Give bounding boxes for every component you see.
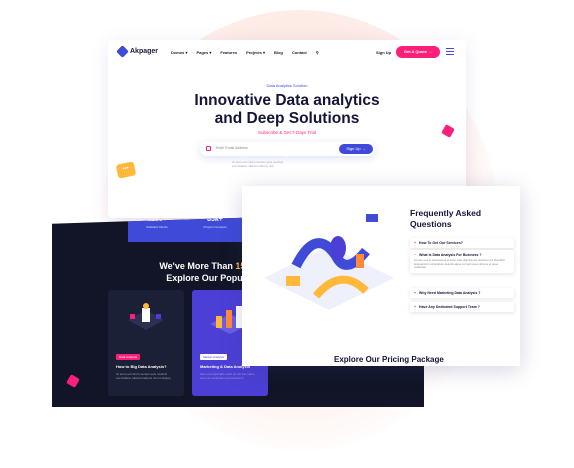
- brand-logo[interactable]: Akpager: [116, 45, 159, 58]
- card-description: Sed ut perspiciatis unde omnis iste natu…: [200, 372, 255, 380]
- plus-icon: +: [414, 291, 417, 295]
- menu-item-features[interactable]: Features: [220, 50, 237, 55]
- hero-kicker: Data Analytics Solution: [266, 83, 308, 88]
- menu-item-blog[interactable]: Blog: [274, 50, 283, 55]
- faq-item[interactable]: + Why Need Marketing Data Analysis ?: [410, 288, 514, 298]
- menu-item-demos[interactable]: Demos ▾: [171, 50, 187, 55]
- mail-icon: [206, 146, 211, 151]
- pricing-heading: Explore Our Pricing Package: [334, 355, 444, 364]
- email-input[interactable]: Enter Email Address: [216, 146, 248, 150]
- faq-question: Have Any Dedicated Support Team ?: [419, 305, 480, 309]
- faq-answer: At vero eos et accusamus et iusto odio d…: [414, 258, 505, 270]
- plus-icon: +: [414, 241, 417, 245]
- faq-item[interactable]: + Have Any Dedicated Support Team ?: [410, 302, 514, 312]
- services-title-pre: We've More Than: [159, 261, 233, 271]
- faq-item-expanded[interactable]: − What is Data Analysis For Business ? At…: [410, 250, 514, 273]
- data-isometric-illustration-icon: [264, 214, 394, 310]
- hamburger-menu-icon[interactable]: [446, 48, 454, 57]
- logo-icon: [116, 45, 129, 58]
- brand-name: Akpager: [130, 48, 159, 55]
- stat-label: Satisfied Clients: [146, 225, 168, 229]
- navbar: Akpager Demos ▾ Pages ▾ Features Project…: [108, 40, 466, 64]
- minus-icon: −: [414, 253, 417, 257]
- faq-title: Frequently Asked Questions: [410, 208, 510, 230]
- faq-title-line2: Questions: [410, 219, 452, 229]
- faq-question: How To Get Our Services?: [419, 241, 463, 245]
- card-tag: Market Analysis: [200, 354, 228, 360]
- search-icon[interactable]: ⚲: [316, 50, 319, 55]
- faq-window: Frequently Asked Questions + How To Get O…: [242, 186, 520, 366]
- get-quote-button[interactable]: Get A Quote →: [396, 46, 440, 58]
- faq-title-line1: Frequently Asked: [410, 208, 482, 218]
- hero-title: Innovative Data analytics and Deep Solut…: [108, 92, 466, 128]
- signup-link[interactable]: Sign Up: [376, 50, 391, 55]
- card-title: Grow your Machine Learning: [232, 152, 288, 157]
- main-menu: Demos ▾ Pages ▾ Features Projects ▾ Blog…: [171, 50, 319, 55]
- subscribe-signup-button[interactable]: Sign Up →: [339, 144, 373, 154]
- card-description: Ut enim ad minim veniam quis nostrud exe…: [232, 160, 284, 168]
- menu-item-contact[interactable]: Contact: [292, 50, 307, 55]
- email-subscribe-form: Enter Email Address Sign Up →: [200, 142, 375, 156]
- menu-item-projects[interactable]: Projects ▾: [246, 50, 265, 55]
- faq-item[interactable]: + How To Get Our Services?: [410, 238, 514, 248]
- trial-text: Subscribe & Get 7-Days Trial: [257, 130, 317, 135]
- hero-title-line2: and Deep Solutions: [214, 110, 360, 127]
- services-title-line2: Explore Our Popular: [166, 273, 254, 283]
- plus-icon: +: [414, 305, 417, 309]
- service-card[interactable]: Data Analysis How to Big Data Analysis? …: [108, 290, 184, 396]
- card-tag: Data Analysis: [116, 354, 141, 360]
- analytics-illustration-icon: [128, 303, 164, 330]
- card-description: Ut enim ad minim veniam quis nostrud exe…: [116, 372, 171, 380]
- faq-question: Why Need Marketing Data Analysis ?: [419, 291, 481, 295]
- hero-title-line1: Innovative Data analytics: [194, 92, 380, 109]
- faq-question: What is Data Analysis For Business ?: [419, 253, 482, 257]
- card-title: How to Big Data Analysis?: [116, 364, 167, 369]
- menu-item-pages[interactable]: Pages ▾: [196, 50, 211, 55]
- stat-label: Project Complete: [203, 225, 227, 229]
